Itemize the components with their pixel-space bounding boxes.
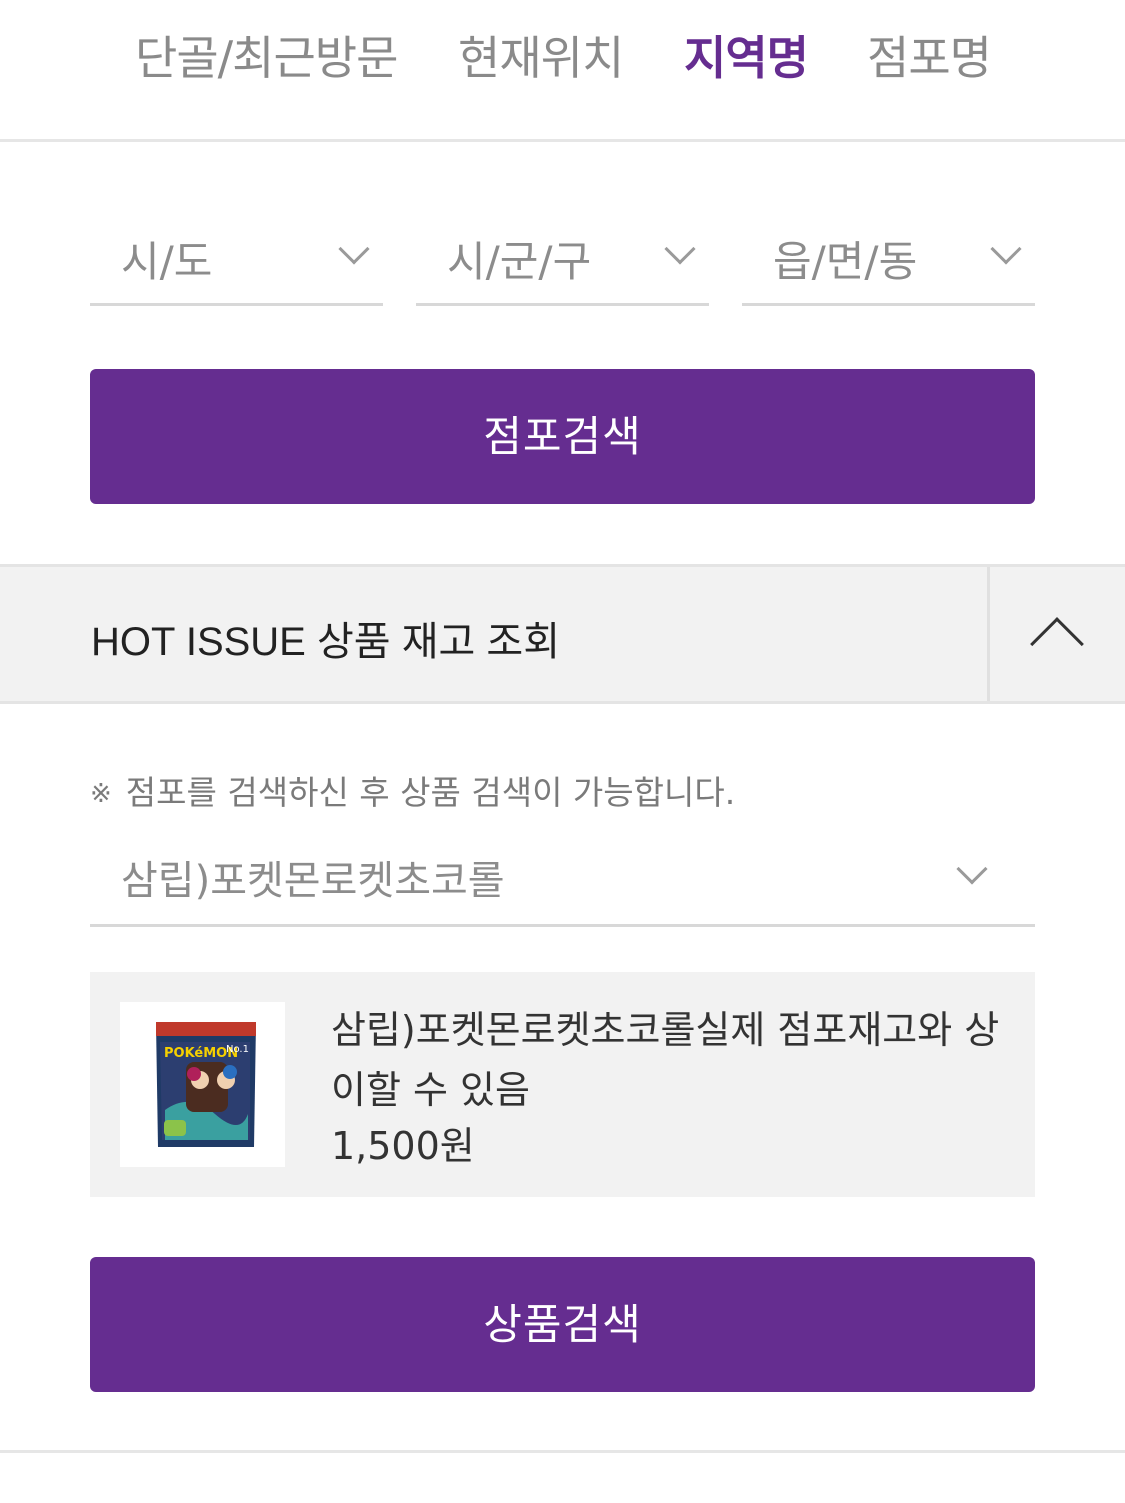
divider	[0, 1450, 1125, 1453]
sigungu-select[interactable]: 시/군/구	[416, 208, 709, 306]
product-image-badge: No.1	[226, 1044, 249, 1055]
chevron-down-icon	[664, 233, 696, 265]
search-mode-tabs: 단골/최근방문 현재위치 지역명 점포명	[0, 0, 1125, 142]
collapse-toggle-button[interactable]	[987, 567, 1125, 701]
hot-issue-header: HOT ISSUE 상품 재고 조회	[0, 564, 1125, 704]
product-price: 1,500원	[331, 1124, 475, 1168]
store-search-button[interactable]: 점포검색	[90, 369, 1035, 504]
sido-select[interactable]: 시/도	[90, 208, 383, 306]
product-select[interactable]: 삼립)포켓몬로켓초코롤	[90, 828, 1035, 927]
product-search-button[interactable]: 상품검색	[90, 1257, 1035, 1392]
chevron-down-icon	[956, 853, 988, 885]
eupmyeondong-select[interactable]: 읍/면/동	[742, 208, 1035, 306]
product-info: 삼립)포켓몬로켓초코롤실제 점포재고와 상이할 수 있음 1,500원	[331, 1000, 1001, 1172]
hot-issue-title: HOT ISSUE 상품 재고 조회	[91, 620, 561, 664]
sido-select-label: 시/도	[121, 237, 213, 286]
product-card: POKéMON No.1 삼립)포켓몬로켓초코롤실제 점포재고와 상이할 수 있…	[90, 972, 1035, 1197]
tab-region-name[interactable]: 지역명	[684, 22, 809, 88]
chevron-down-icon	[338, 233, 370, 265]
reference-mark: ※	[90, 779, 112, 809]
product-image: POKéMON No.1	[120, 1002, 285, 1167]
search-note-text: 점포를 검색하신 후 상품 검색이 가능합니다.	[125, 773, 736, 812]
tab-frequent-recent[interactable]: 단골/최근방문	[135, 22, 398, 88]
tab-current-location[interactable]: 현재위치	[458, 22, 624, 88]
product-select-value: 삼립)포켓몬로켓초코롤	[121, 858, 505, 904]
eupmyeondong-select-label: 읍/면/동	[773, 237, 918, 286]
product-name: 삼립)포켓몬로켓초코롤실제 점포재고와 상이할 수 있음	[331, 1008, 1000, 1112]
chevron-down-icon	[990, 233, 1022, 265]
tab-store-name[interactable]: 점포명	[867, 22, 992, 88]
search-note: ※ 점포를 검색하신 후 상품 검색이 가능합니다.	[90, 766, 735, 814]
chevron-up-icon	[1030, 617, 1084, 671]
sigungu-select-label: 시/군/구	[447, 237, 592, 286]
